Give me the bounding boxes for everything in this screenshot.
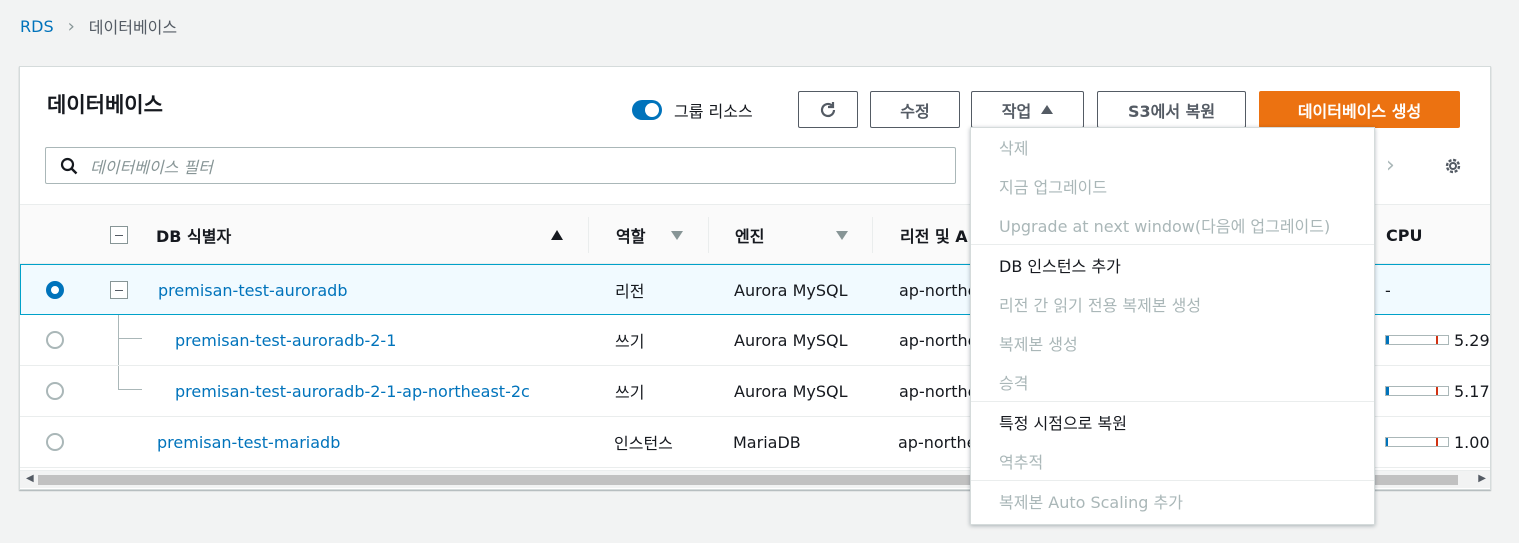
refresh-button[interactable] [798, 91, 858, 128]
db-identifier-link[interactable]: premisan-test-auroradb-2-1 [175, 315, 396, 365]
gear-icon[interactable] [1442, 155, 1464, 177]
db-identifier-link[interactable]: premisan-test-auroradb [158, 265, 347, 315]
caret-up-icon [1041, 105, 1054, 114]
search-input[interactable]: 데이터베이스 필터 [45, 147, 956, 184]
restore-from-s3-button[interactable]: S3에서 복원 [1097, 91, 1246, 128]
refresh-icon [820, 101, 836, 117]
menu-item-upgrade-next-window: Upgrade at next window(다음에 업그레이드) [999, 216, 1331, 236]
db-identifier-link[interactable]: premisan-test-mariadb [157, 417, 340, 467]
scroll-right-icon[interactable]: ▶ [1478, 473, 1486, 484]
row-radio[interactable] [46, 433, 64, 451]
page-title: 데이터베이스 [47, 93, 163, 117]
breadcrumb-current: 데이터베이스 [88, 18, 178, 37]
cpu-cell: - [1385, 280, 1391, 300]
cpu-cell: 5.29% [1454, 330, 1490, 350]
cpu-utilization-bar [1385, 335, 1449, 345]
sort-down-icon[interactable] [671, 205, 683, 265]
create-database-button[interactable]: 데이터베이스 생성 [1259, 91, 1460, 128]
actions-button[interactable]: 작업 [971, 91, 1084, 128]
scroll-left-icon[interactable]: ◀ [26, 473, 34, 484]
cpu-cell: 1.00% [1454, 432, 1490, 452]
menu-item-backtrack: 역추적 [999, 452, 1044, 472]
row-radio[interactable] [46, 281, 64, 299]
cpu-utilization-bar [1385, 386, 1449, 396]
col-cpu[interactable]: CPU [1386, 205, 1422, 265]
search-placeholder: 데이터베이스 필터 [90, 157, 213, 177]
role-cell: 리전 [615, 282, 645, 301]
chevron-right-icon: › [67, 15, 75, 37]
menu-item-add-replica-auto-scaling: 복제본 Auto Scaling 추가 [999, 492, 1183, 512]
region-cell: ap-northe [899, 381, 978, 401]
collapse-icon[interactable] [110, 281, 128, 299]
menu-item-cross-region-replica: 리전 간 읽기 전용 복제본 생성 [999, 295, 1202, 315]
row-radio[interactable] [46, 382, 64, 400]
region-cell: ap-northe [899, 280, 978, 300]
cpu-utilization-bar [1385, 437, 1449, 447]
group-resources-label: 그룹 리소스 [674, 102, 753, 121]
actions-button-label: 작업 [1001, 101, 1032, 121]
engine-cell: Aurora MySQL [734, 330, 848, 350]
menu-item-upgrade-now: 지금 업그레이드 [999, 177, 1108, 197]
row-radio[interactable] [46, 331, 64, 349]
menu-item-restore-point-in-time[interactable]: 특정 시점으로 복원 [971, 402, 1374, 441]
col-region[interactable]: 리전 및 A [900, 205, 968, 265]
col-db-id[interactable]: DB 식별자 [156, 205, 231, 265]
search-icon [60, 157, 78, 174]
role-cell: 인스턴스 [614, 434, 673, 453]
menu-item-create-replica: 복제본 생성 [999, 334, 1078, 354]
region-cell: ap-northe [898, 432, 977, 452]
cpu-cell: 5.17% [1454, 381, 1490, 401]
actions-dropdown-menu: 삭제 지금 업그레이드 Upgrade at next window(다음에 업… [970, 127, 1375, 525]
menu-item-promote: 승격 [999, 373, 1029, 393]
edit-button[interactable]: 수정 [870, 91, 960, 128]
next-page-icon[interactable]: › [1386, 153, 1395, 178]
col-engine[interactable]: 엔진 [735, 205, 764, 265]
engine-cell: MariaDB [733, 432, 801, 452]
breadcrumb-rds-link[interactable]: RDS [20, 17, 54, 36]
breadcrumb: RDS › 데이터베이스 [20, 14, 177, 38]
role-cell: 쓰기 [615, 383, 645, 402]
collapse-all-icon[interactable] [110, 226, 128, 244]
menu-item-delete: 삭제 [999, 139, 1029, 158]
sort-asc-icon[interactable] [551, 205, 563, 265]
col-role[interactable]: 역할 [616, 205, 645, 265]
role-cell: 쓰기 [615, 332, 645, 351]
db-identifier-link[interactable]: premisan-test-auroradb-2-1-ap-northeast-… [175, 366, 530, 416]
engine-cell: Aurora MySQL [734, 280, 848, 300]
group-resources-toggle[interactable] [632, 100, 662, 120]
region-cell: ap-northe [899, 330, 978, 350]
menu-item-add-db-instance[interactable]: DB 인스턴스 추가 [971, 245, 1374, 284]
engine-cell: Aurora MySQL [734, 381, 848, 401]
group-resources-toggle-wrap: 그룹 리소스 [632, 98, 753, 122]
sort-down-icon[interactable] [836, 205, 848, 265]
